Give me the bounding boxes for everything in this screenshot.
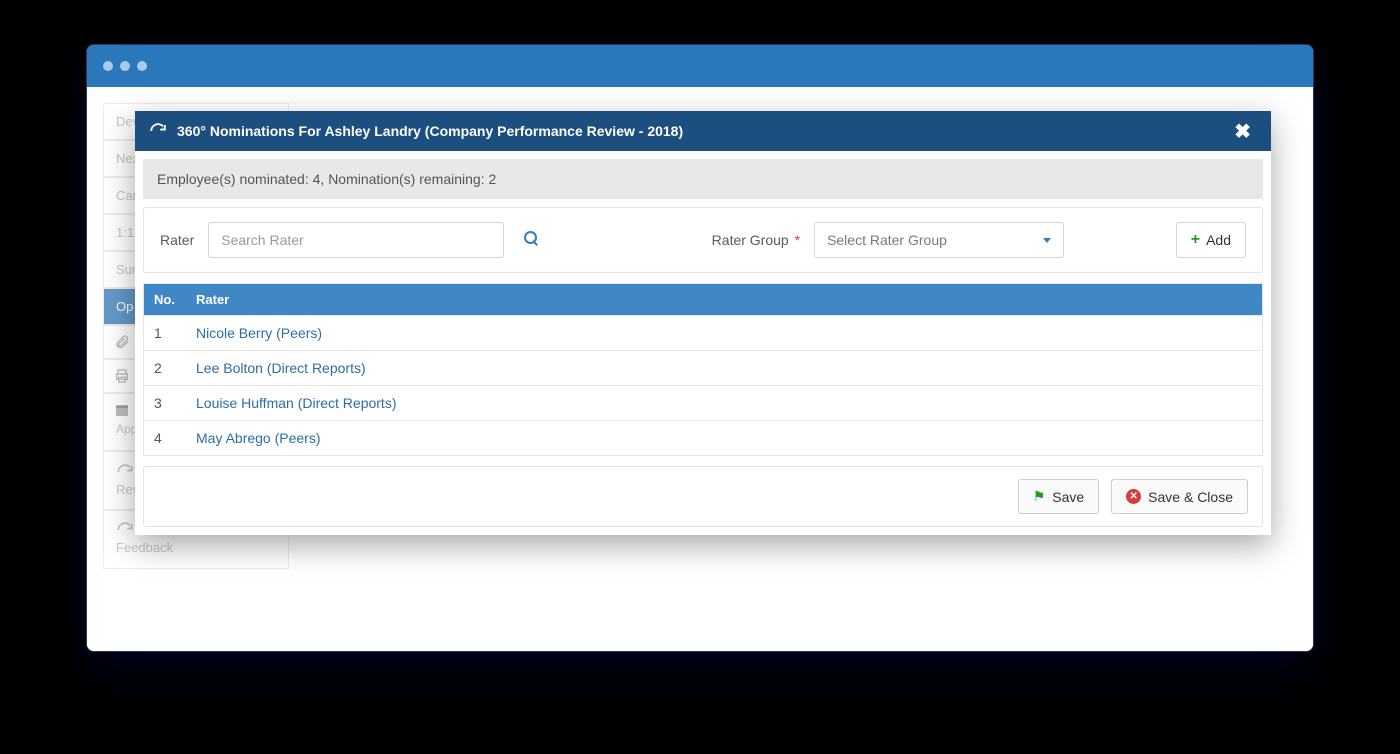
add-button-label: Add bbox=[1206, 232, 1231, 248]
table-header: No. Rater bbox=[144, 284, 1262, 315]
col-header-rater: Rater bbox=[196, 292, 1252, 307]
search-icon bbox=[524, 231, 538, 245]
rater-link[interactable]: May Abrego (Peers) bbox=[196, 430, 321, 446]
cell-no: 4 bbox=[154, 430, 196, 446]
refresh-icon[interactable] bbox=[149, 122, 167, 140]
nomination-summary: Employee(s) nominated: 4, Nomination(s) … bbox=[143, 159, 1263, 199]
rater-label: Rater bbox=[160, 232, 194, 248]
rater-search-input[interactable] bbox=[208, 222, 504, 258]
required-asterisk: * bbox=[791, 232, 800, 248]
close-circle-icon: ✕ bbox=[1126, 489, 1141, 504]
save-button[interactable]: ⚑ Save bbox=[1018, 479, 1099, 514]
rater-link[interactable]: Louise Huffman (Direct Reports) bbox=[196, 395, 396, 411]
plus-icon: + bbox=[1191, 231, 1200, 249]
table-row: 2 Lee Bolton (Direct Reports) bbox=[144, 350, 1262, 385]
col-header-no: No. bbox=[154, 292, 196, 307]
table-row: 4 May Abrego (Peers) bbox=[144, 420, 1262, 455]
feedback-link-text2: Feedback bbox=[116, 539, 276, 557]
save-icon: ⚑ bbox=[1033, 488, 1046, 505]
add-button[interactable]: + Add bbox=[1176, 222, 1246, 258]
window-titlebar bbox=[87, 45, 1313, 87]
window-dot[interactable] bbox=[137, 61, 147, 71]
modal-header: 360° Nominations For Ashley Landry (Comp… bbox=[135, 111, 1271, 151]
cell-no: 1 bbox=[154, 325, 196, 341]
app-window: Dev Nex Care 1:1 C Sum Op App Reviewers … bbox=[86, 44, 1314, 652]
rater-link[interactable]: Nicole Berry (Peers) bbox=[196, 325, 322, 341]
save-button-label: Save bbox=[1052, 489, 1084, 505]
window-dot[interactable] bbox=[120, 61, 130, 71]
modal-footer: ⚑ Save ✕ Save & Close bbox=[143, 466, 1263, 527]
controls-row: Rater Rater Group * Select Rater Group +… bbox=[143, 207, 1263, 273]
save-close-button-label: Save & Close bbox=[1148, 489, 1233, 505]
save-close-button[interactable]: ✕ Save & Close bbox=[1111, 479, 1248, 514]
table-row: 3 Louise Huffman (Direct Reports) bbox=[144, 385, 1262, 420]
nominations-modal: 360° Nominations For Ashley Landry (Comp… bbox=[135, 111, 1271, 535]
cell-no: 2 bbox=[154, 360, 196, 376]
search-button[interactable] bbox=[518, 227, 544, 254]
chevron-down-icon bbox=[1043, 238, 1051, 243]
close-icon[interactable]: ✖ bbox=[1228, 115, 1257, 148]
app-content: Dev Nex Care 1:1 C Sum Op App Reviewers … bbox=[87, 87, 1313, 651]
nominations-table: No. Rater 1 Nicole Berry (Peers) 2 Lee B… bbox=[143, 283, 1263, 456]
modal-title: 360° Nominations For Ashley Landry (Comp… bbox=[177, 123, 683, 139]
rater-link[interactable]: Lee Bolton (Direct Reports) bbox=[196, 360, 366, 376]
rater-group-placeholder: Select Rater Group bbox=[827, 232, 947, 248]
window-dot[interactable] bbox=[103, 61, 113, 71]
cell-no: 3 bbox=[154, 395, 196, 411]
rater-group-select[interactable]: Select Rater Group bbox=[814, 222, 1064, 258]
table-row: 1 Nicole Berry (Peers) bbox=[144, 315, 1262, 350]
rater-group-label: Rater Group * bbox=[712, 232, 800, 248]
